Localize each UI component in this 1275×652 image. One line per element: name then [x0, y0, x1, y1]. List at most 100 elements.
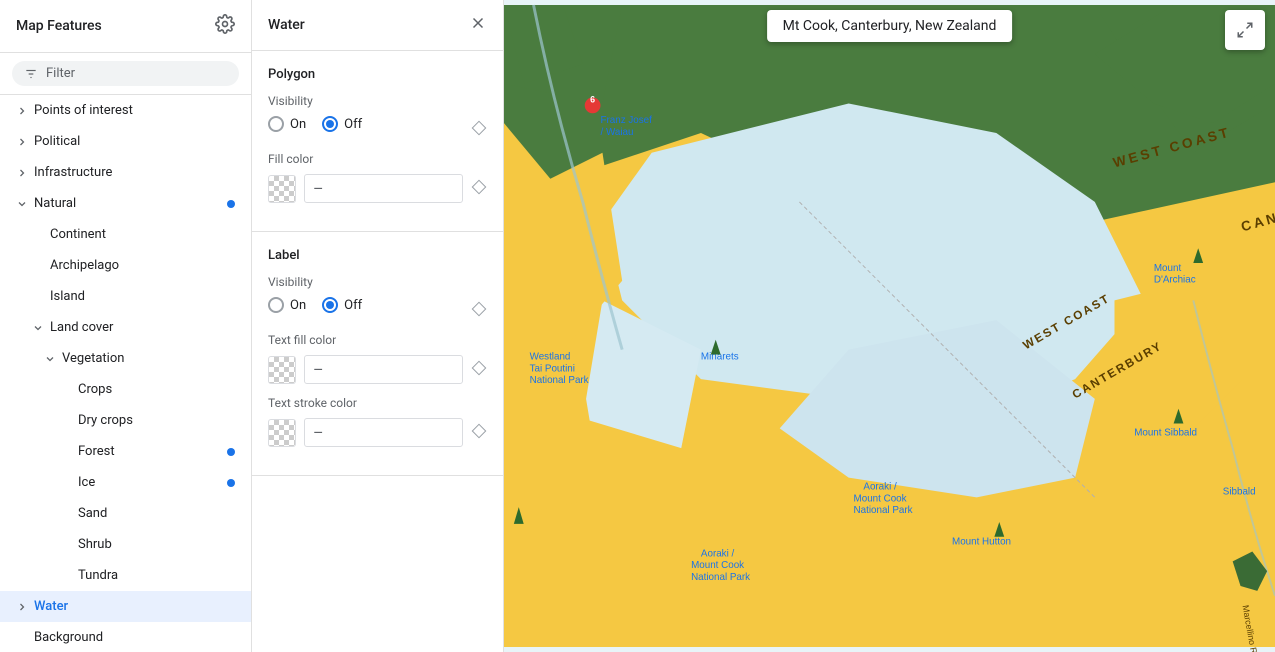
sidebar-item-points-of-interest[interactable]: Points of interest [0, 95, 251, 126]
svg-text:Mount Cook: Mount Cook [691, 560, 744, 571]
nav-item-label-island: Island [50, 289, 235, 304]
sidebar-item-ice[interactable]: Ice [0, 467, 251, 498]
nav-item-label-crops: Crops [78, 382, 235, 397]
nav-item-dot [227, 479, 235, 487]
radio-circle [322, 116, 338, 132]
section-label: Label Visibility On Off Text fill color – Text… [252, 232, 503, 476]
nav-item-label-points-of-interest: Points of interest [34, 103, 235, 118]
svg-text:Aoraki /: Aoraki / [701, 548, 735, 559]
svg-text:Tai Poutini: Tai Poutini [530, 363, 575, 374]
svg-text:/ Waiau: / Waiau [600, 127, 633, 138]
color-row-text-fill-color: – [268, 355, 487, 384]
nav-item-label-vegetation: Vegetation [62, 351, 235, 366]
filter-input[interactable]: Filter [12, 61, 239, 86]
map-search-box[interactable]: Mt Cook, Canterbury, New Zealand [767, 10, 1013, 42]
svg-text:Mount: Mount [1154, 263, 1182, 274]
nav-item-label-archipelago: Archipelago [50, 258, 235, 273]
nav-item-label-infrastructure: Infrastructure [34, 165, 235, 180]
radio-option-on[interactable]: On [268, 116, 306, 132]
search-text: Mt Cook, Canterbury, New Zealand [767, 10, 1013, 42]
sidebar-item-shrub[interactable]: Shrub [0, 529, 251, 560]
field-label-text-fill-color: Text fill color [268, 333, 487, 347]
svg-text:Mount Cook: Mount Cook [854, 493, 907, 504]
diamond-icon[interactable] [471, 360, 487, 380]
radio-option-off[interactable]: Off [322, 297, 362, 313]
field-label-text-stroke-color: Text stroke color [268, 396, 487, 410]
sidebar-item-water[interactable]: Water [0, 591, 251, 622]
radio-label-off: Off [344, 117, 362, 132]
gear-icon[interactable] [215, 14, 235, 38]
panel-header: Water [252, 0, 503, 51]
nav-item-dot [227, 200, 235, 208]
sidebar-item-sand[interactable]: Sand [0, 498, 251, 529]
sidebar-title: Map Features [16, 18, 102, 34]
sidebar-item-natural[interactable]: Natural [0, 188, 251, 219]
sidebar-item-background[interactable]: Background [0, 622, 251, 652]
field-label-label-visibility: Visibility [268, 275, 487, 289]
chevron-icon [16, 601, 28, 613]
section-title-polygon: Polygon [268, 67, 487, 82]
diamond-icon[interactable] [471, 423, 487, 443]
field-label-fill-color: Fill color [268, 152, 487, 166]
radio-label-off: Off [344, 298, 362, 313]
sidebar-item-vegetation[interactable]: Vegetation [0, 343, 251, 374]
panel-sections: Polygon Visibility On Off Fill color – Label Vi… [252, 51, 503, 476]
nav-item-label-tundra: Tundra [78, 568, 235, 583]
sidebar-item-crops[interactable]: Crops [0, 374, 251, 405]
expand-icon [1236, 21, 1254, 39]
sidebar-item-political[interactable]: Political [0, 126, 251, 157]
radio-group-visibility: On Off [268, 116, 487, 144]
radio-options-visibility: On Off [268, 116, 362, 132]
sidebar-item-continent[interactable]: Continent [0, 219, 251, 250]
filter-icon [24, 67, 38, 81]
color-swatch-text-stroke-color[interactable] [268, 419, 296, 447]
radio-group-label-visibility: On Off [268, 297, 487, 325]
nav-item-label-ice: Ice [78, 475, 235, 490]
color-swatch-text-fill-color[interactable] [268, 356, 296, 384]
chevron-icon [16, 136, 28, 148]
sidebar-item-tundra[interactable]: Tundra [0, 560, 251, 591]
nav-item-label-political: Political [34, 134, 235, 149]
color-swatch-fill-color[interactable] [268, 175, 296, 203]
color-row-text-stroke-color: – [268, 418, 487, 447]
sidebar-item-dry-crops[interactable]: Dry crops [0, 405, 251, 436]
chevron-icon [16, 105, 28, 117]
chevron-icon [16, 167, 28, 179]
sidebar-item-archipelago[interactable]: Archipelago [0, 250, 251, 281]
chevron-icon [32, 322, 44, 334]
radio-option-off[interactable]: Off [322, 116, 362, 132]
svg-text:Franz Josef: Franz Josef [600, 115, 652, 126]
color-value-text-fill-color[interactable]: – [304, 355, 463, 384]
svg-text:National Park: National Park [530, 375, 589, 386]
filter-label: Filter [46, 66, 75, 81]
filter-bar: Filter [0, 53, 251, 95]
sidebar-item-land-cover[interactable]: Land cover [0, 312, 251, 343]
svg-text:National Park: National Park [691, 572, 750, 583]
nav-item-label-shrub: Shrub [78, 537, 235, 552]
radio-circle [268, 297, 284, 313]
svg-text:D'Archiac: D'Archiac [1154, 275, 1196, 286]
section-polygon: Polygon Visibility On Off Fill color – [252, 51, 503, 232]
svg-text:Westland: Westland [530, 351, 571, 362]
radio-label-on: On [290, 298, 306, 313]
diamond-icon[interactable] [471, 301, 487, 321]
properties-panel: Water PolygonVisibilityOnOffFill color–L… [252, 0, 504, 652]
close-icon[interactable] [469, 14, 487, 36]
radio-option-on[interactable]: On [268, 297, 306, 313]
color-value-text-stroke-color[interactable]: – [304, 418, 463, 447]
map-expand-button[interactable] [1225, 10, 1265, 50]
sidebar-item-island[interactable]: Island [0, 281, 251, 312]
color-value-fill-color[interactable]: – [304, 174, 463, 203]
svg-text:6: 6 [590, 94, 595, 104]
sidebar-item-infrastructure[interactable]: Infrastructure [0, 157, 251, 188]
sidebar-item-forest[interactable]: Forest [0, 436, 251, 467]
nav-item-label-continent: Continent [50, 227, 235, 242]
field-label-visibility: Visibility [268, 94, 487, 108]
diamond-icon[interactable] [471, 179, 487, 199]
radio-options-label-visibility: On Off [268, 297, 362, 313]
section-title-label: Label [268, 248, 487, 263]
svg-text:Mount Hutton: Mount Hutton [952, 537, 1011, 548]
nav-item-label-forest: Forest [78, 444, 235, 459]
diamond-icon[interactable] [471, 120, 487, 140]
radio-circle [268, 116, 284, 132]
